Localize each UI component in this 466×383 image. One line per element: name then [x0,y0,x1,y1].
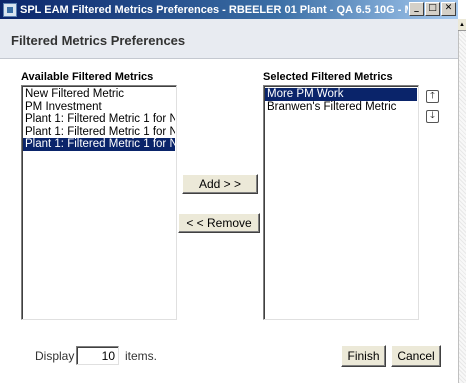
page-title: Filtered Metrics Preferences [11,33,186,48]
page-header: Filtered Metrics Preferences [0,19,458,59]
vertical-scrollbar[interactable] [458,19,466,383]
selected-metrics-list[interactable]: More PM Work Branwen's Filtered Metric [263,85,419,320]
title-bar: SPL EAM Filtered Metrics Preferences - R… [0,0,458,19]
remove-button[interactable]: < < Remove [178,213,260,233]
list-item[interactable]: Plant 1: Filtered Metric 1 for N [23,113,175,126]
app-icon [3,2,17,17]
window-controls: _ □ ✕ [408,2,456,16]
cancel-button[interactable]: Cancel [391,345,441,367]
display-count-input[interactable] [76,346,119,365]
finish-button[interactable]: Finish [341,345,386,367]
scroll-up-icon[interactable]: ▲ [458,19,466,31]
move-down-button[interactable]: 🡓 [426,110,439,123]
down-arrow-icon: 🡓 [430,111,435,121]
list-item[interactable]: New Filtered Metric [23,88,175,101]
list-item[interactable]: Plant 1: Filtered Metric 1 for N [23,126,175,139]
up-arrow-icon: 🡑 [430,91,435,101]
available-metrics-list[interactable]: New Filtered Metric PM Investment Plant 1:… [21,85,177,320]
list-item[interactable]: More PM Work [265,88,417,101]
window-title: SPL EAM Filtered Metrics Preferences - R… [20,3,408,16]
selected-metrics-label: Selected Filtered Metrics [263,71,393,83]
list-item[interactable]: Plant 1: Filtered Metric 1 for N [23,138,175,151]
available-metrics-label: Available Filtered Metrics [21,71,154,83]
list-item[interactable]: PM Investment [23,101,175,114]
move-up-button[interactable]: 🡑 [426,90,439,103]
close-icon[interactable]: ✕ [441,2,456,16]
list-item[interactable]: Branwen's Filtered Metric [265,101,417,114]
minimize-icon[interactable]: _ [409,2,424,16]
items-label: items. [125,349,158,363]
maximize-icon[interactable]: □ [425,2,440,16]
add-button[interactable]: Add > > [182,174,258,194]
display-label: Display [35,349,75,363]
